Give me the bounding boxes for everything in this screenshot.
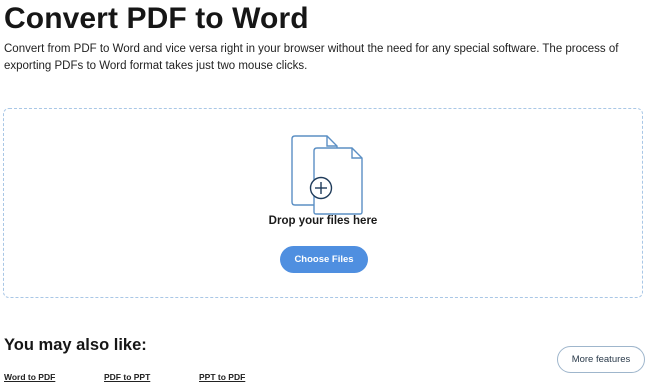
- choose-files-button[interactable]: Choose Files: [280, 246, 368, 273]
- page-description: Convert from PDF to Word and vice versa …: [4, 43, 619, 72]
- more-features-button[interactable]: More features: [557, 346, 645, 373]
- page: Convert PDF to Word Convert from PDF to …: [0, 0, 650, 383]
- file-dropzone[interactable]: Drop your files here Choose Files: [3, 108, 643, 298]
- page-title: Convert PDF to Word: [4, 2, 309, 35]
- related-tools-title: You may also like:: [4, 336, 147, 354]
- word-to-pdf-link[interactable]: Word to PDF: [4, 372, 55, 383]
- drop-files-label: Drop your files here: [268, 215, 378, 227]
- ppt-to-pdf-link[interactable]: PPT to PDF: [199, 372, 245, 383]
- pdf-to-ppt-link[interactable]: PDF to PPT: [104, 372, 150, 383]
- files-plus-icon: [291, 135, 363, 215]
